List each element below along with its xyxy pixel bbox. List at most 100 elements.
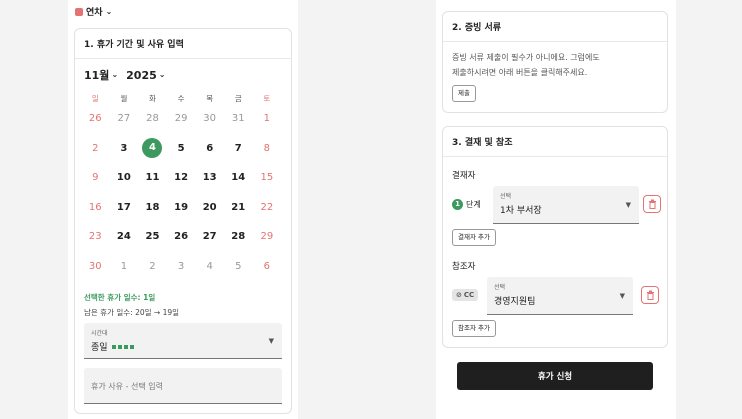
calendar-day[interactable]: 24 [110, 231, 139, 242]
approval-step: 1 단계 [452, 199, 481, 210]
reference-select[interactable]: 선택 경영지원팀 ▼ [487, 277, 633, 315]
calendar-day[interactable]: 23 [81, 231, 110, 242]
weekday-header: 일 월 화 수 목 금 토 [81, 93, 287, 104]
delete-reference-button[interactable] [641, 286, 659, 304]
calendar-day[interactable]: 26 [167, 231, 196, 242]
leave-type-label: 연차 [86, 8, 103, 18]
left-panel: 연차 ⌄ 1. 휴가 기간 및 사유 입력 11월 ⌄ 2025 ⌄ 일 월 화… [68, 0, 298, 419]
add-reference-button[interactable]: 참조자 추가 [452, 320, 496, 337]
calendar-day[interactable]: 5 [224, 261, 253, 272]
chevron-down-icon: ⌄ [111, 70, 119, 79]
calendar-day[interactable]: 14 [224, 172, 253, 183]
calendar-day[interactable]: 11 [138, 172, 167, 183]
calendar-week-row: 2345678 [81, 134, 287, 164]
trash-icon [646, 290, 654, 300]
link-icon: ⊘ [456, 291, 462, 299]
calendar-day[interactable]: 28 [138, 113, 167, 124]
calendar-day[interactable]: 25 [138, 231, 167, 242]
calendar-day[interactable]: 30 [195, 113, 224, 124]
calendar-day[interactable]: 7 [224, 143, 253, 154]
year-dropdown[interactable]: 2025 ⌄ [126, 69, 165, 82]
apply-leave-button[interactable]: 휴가 신청 [457, 362, 653, 390]
calendar-day[interactable]: 29 [167, 113, 196, 124]
period-card: 1. 휴가 기간 및 사유 입력 11월 ⌄ 2025 ⌄ 일 월 화 수 목 … [74, 28, 292, 414]
calendar-grid: 일 월 화 수 목 금 토 26 27 28 29 30 31 1 2 3 4 5 6 7 8 9 10 11 1… [81, 93, 287, 281]
calendar-day[interactable]: 21 [224, 202, 253, 213]
calendar-day[interactable]: 17 [110, 202, 139, 213]
calendar-day-selected[interactable]: 4 [138, 138, 167, 159]
calendar-week-row: 9 10 11 12 13 14 15 [81, 163, 287, 193]
calendar-day[interactable]: 2 [138, 261, 167, 272]
calendar-day[interactable]: 5 [167, 143, 196, 154]
reason-placeholder: 휴가 사유 - 선택 입력 [91, 382, 163, 391]
calendar-day[interactable]: 1 [253, 113, 282, 124]
submit-document-button[interactable]: 제출 [452, 85, 476, 102]
selected-days-text: 선택한 휴가 일수: 1일 [84, 293, 156, 302]
calendar-day[interactable]: 3 [167, 261, 196, 272]
year-label: 2025 [126, 68, 157, 82]
remaining-days-text: 남은 휴가 일수: 20일 → 19일 [84, 308, 180, 317]
month-year-selector: 11월 ⌄ 2025 ⌄ [84, 67, 165, 83]
selected-day-label: 4 [142, 138, 163, 159]
weekday-label: 화 [149, 94, 156, 103]
leave-type-dropdown[interactable]: 연차 ⌄ [75, 5, 112, 18]
time-slot-label: 시간대 [91, 330, 108, 337]
calendar-day[interactable]: 29 [253, 231, 282, 242]
calendar-day[interactable]: 27 [110, 113, 139, 124]
approval-card: 3. 결재 및 참조 결재자 1 단계 선택 1차 부서장 ▼ 결재자 추가 참… [442, 126, 668, 348]
approval-card-title: 3. 결재 및 참조 [443, 127, 667, 157]
calendar-day[interactable]: 31 [224, 113, 253, 124]
month-label: 11월 [84, 69, 110, 82]
calendar-day[interactable]: 22 [253, 202, 282, 213]
calendar-day[interactable]: 12 [167, 172, 196, 183]
calendar-day[interactable]: 9 [81, 172, 110, 183]
approver-select-label: 선택 [500, 193, 512, 200]
documents-description: 증빙 서류 제출이 필수가 아니에요. 그럼에도 제출하시려면 아래 버튼을 클… [452, 50, 662, 80]
calendar-day[interactable]: 27 [195, 231, 224, 242]
calendar-day[interactable]: 4 [195, 261, 224, 272]
calendar-body: 26 27 28 29 30 31 1 2 3 4 5 6 7 8 9 10 11 12 13 14 15 16 17 18 1… [81, 104, 287, 281]
calendar-day[interactable]: 28 [224, 231, 253, 242]
calendar-day[interactable]: 20 [195, 202, 224, 213]
month-dropdown[interactable]: 11월 ⌄ [84, 67, 118, 83]
calendar-day[interactable]: 6 [253, 261, 282, 272]
add-approver-button[interactable]: 결재자 추가 [452, 229, 496, 246]
calendar-day[interactable]: 1 [110, 261, 139, 272]
right-panel: 2. 증빙 서류 증빙 서류 제출이 필수가 아니에요. 그럼에도 제출하시려면… [436, 0, 676, 419]
caret-down-icon: ▼ [625, 200, 631, 209]
calendar-day[interactable]: 3 [110, 143, 139, 154]
documents-text-line: 제출하시려면 아래 버튼을 클릭해주세요. [452, 68, 588, 77]
reason-input[interactable]: 휴가 사유 - 선택 입력 [84, 368, 282, 404]
calendar-day[interactable]: 15 [253, 172, 282, 183]
reference-select-label: 선택 [494, 284, 506, 291]
full-day-indicator-icon [111, 344, 134, 349]
weekday-label: 목 [206, 94, 214, 103]
documents-text-line: 증빙 서류 제출이 필수가 아니에요. 그럼에도 [452, 53, 600, 62]
calendar-day[interactable]: 19 [167, 202, 196, 213]
calendar-week-row: 23 24 25 26 27 28 29 [81, 222, 287, 252]
calendar-day[interactable]: 2 [81, 143, 110, 154]
cc-badge: ⊘ CC [452, 289, 479, 301]
calendar-day[interactable]: 26 [81, 113, 110, 124]
step-number-badge: 1 [452, 199, 463, 210]
calendar-day[interactable]: 30 [81, 261, 110, 272]
documents-card: 2. 증빙 서류 증빙 서류 제출이 필수가 아니에요. 그럼에도 제출하시려면… [442, 11, 668, 113]
approver-select[interactable]: 선택 1차 부서장 ▼ [493, 186, 639, 224]
weekday-label: 금 [234, 94, 242, 103]
time-slot-select[interactable]: 시간대 종일 ▼ [84, 323, 282, 359]
weekday-label: 월 [120, 94, 128, 103]
reference-select-value: 경영지원팀 [494, 297, 536, 307]
calendar-day[interactable]: 6 [195, 143, 224, 154]
trash-icon [648, 199, 656, 209]
approver-section-title: 결재자 [452, 171, 476, 181]
chevron-down-icon: ⌄ [105, 6, 113, 16]
calendar-day[interactable]: 18 [138, 202, 167, 213]
calendar-day[interactable]: 13 [195, 172, 224, 183]
step-label: 단계 [466, 200, 481, 209]
weekday-label: 일 [91, 94, 99, 103]
calendar-day[interactable]: 10 [110, 172, 139, 183]
calendar-day[interactable]: 8 [253, 143, 282, 154]
calendar-day[interactable]: 16 [81, 202, 110, 213]
delete-approver-button[interactable] [643, 195, 661, 213]
time-slot-value: 종일 [91, 343, 108, 353]
